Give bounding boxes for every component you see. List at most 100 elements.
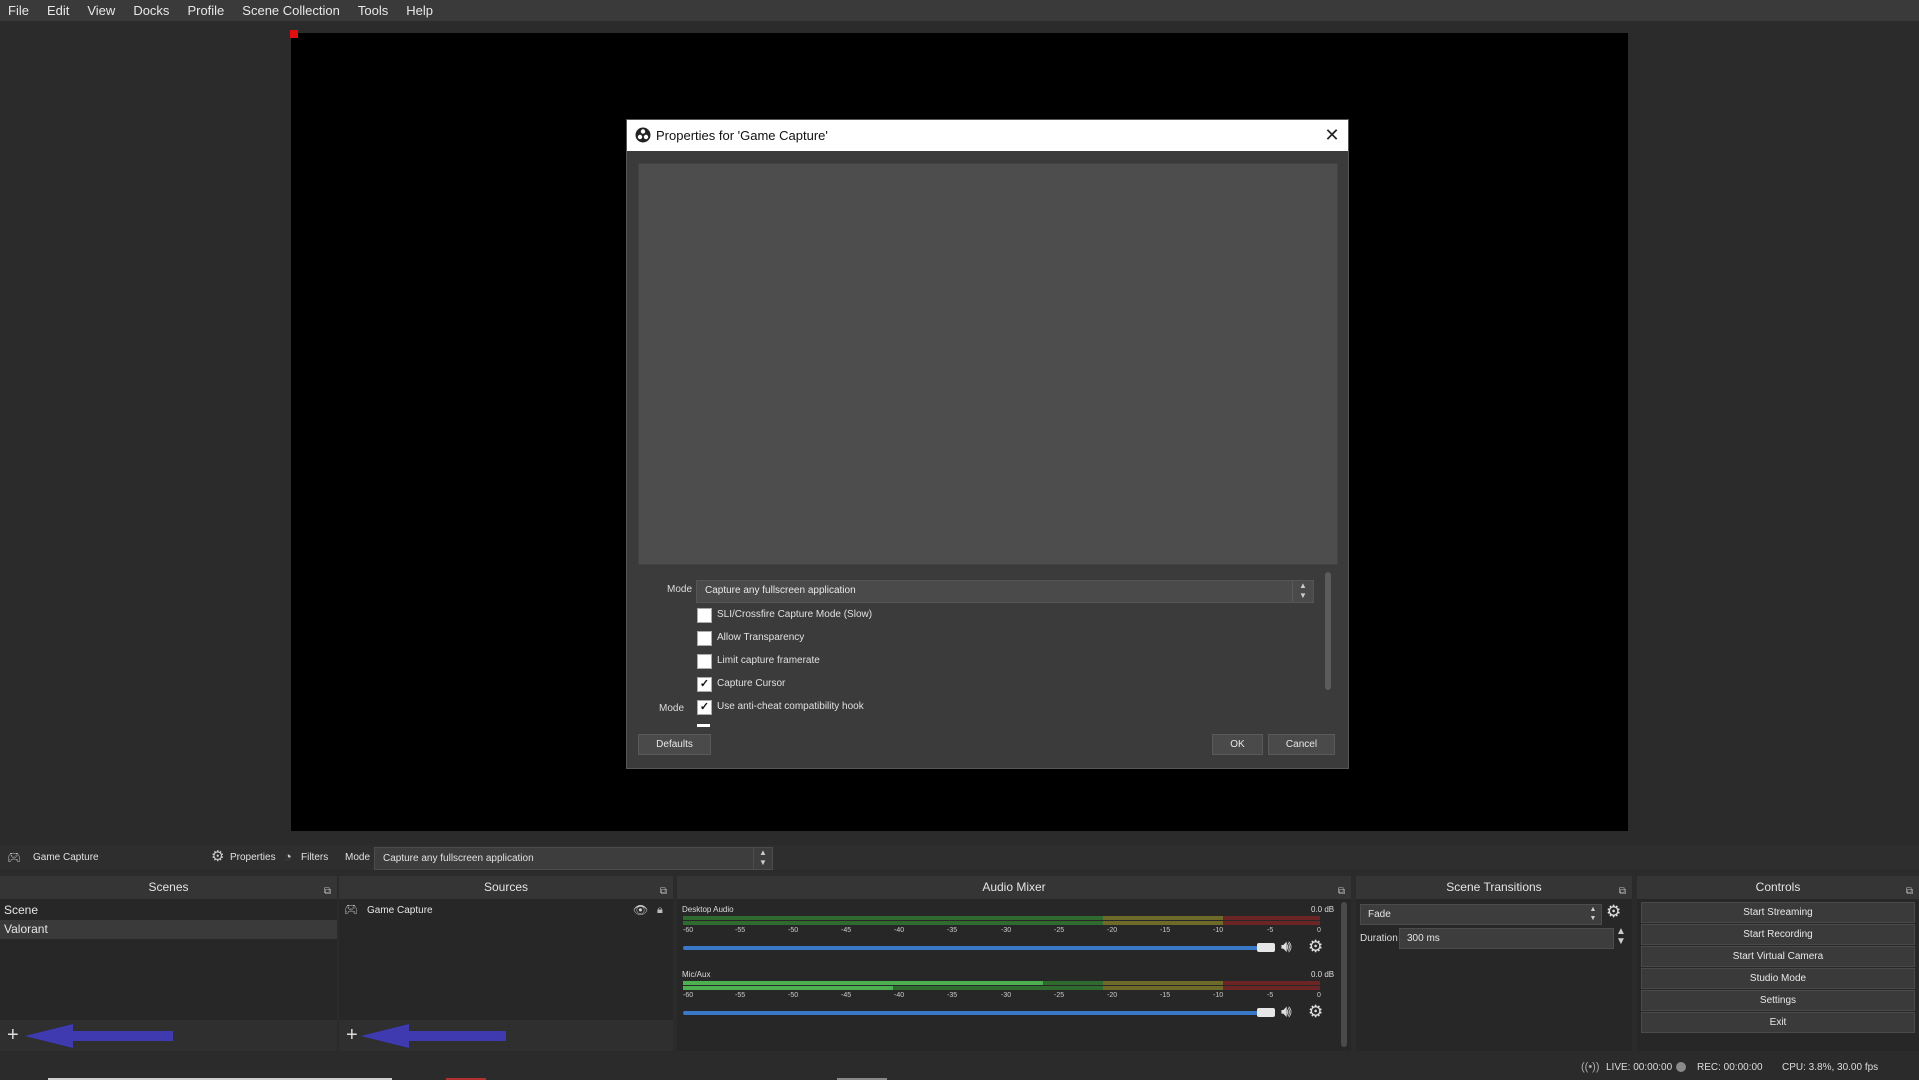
channel-name: Desktop Audio: [682, 905, 734, 914]
gear-icon[interactable]: ⚙: [1606, 902, 1621, 922]
cpu-status: CPU: 3.8%, 30.00 fps: [1782, 1062, 1879, 1073]
checkbox-anti-cheat-hook[interactable]: ✓: [697, 700, 712, 715]
arrow-annotation-icon: [361, 1024, 506, 1048]
start-recording-button[interactable]: Start Recording: [1641, 924, 1915, 945]
float-icon[interactable]: ⧉: [324, 880, 331, 903]
volume-slider[interactable]: [683, 1011, 1271, 1015]
tick-label: -40: [894, 927, 905, 934]
sources-toolbar: +: [339, 1020, 673, 1051]
dock-title: Sources: [483, 880, 529, 894]
lock-icon[interactable]: 🔒︎: [657, 901, 663, 920]
mode-label: Mode: [659, 703, 685, 714]
exit-button[interactable]: Exit: [1641, 1012, 1915, 1033]
tick-label: -55: [735, 927, 746, 934]
start-virtual-camera-button[interactable]: Start Virtual Camera: [1641, 946, 1915, 967]
gear-icon[interactable]: ⚙: [211, 849, 227, 865]
cancel-button[interactable]: Cancel: [1268, 734, 1335, 755]
eye-icon[interactable]: 👁︎: [633, 901, 648, 920]
ok-button[interactable]: OK: [1212, 734, 1263, 755]
source-item[interactable]: 🎮︎ Game Capture 👁︎ 🔒︎: [339, 901, 673, 920]
meter-yellow: [1103, 981, 1223, 985]
broadcast-icon: ((•)): [1581, 1061, 1600, 1073]
close-icon[interactable]: ✕: [1321, 124, 1343, 146]
dialog-titlebar: Properties for 'Game Capture' ✕: [627, 120, 1348, 151]
context-mode-value: Capture any fullscreen application: [383, 853, 534, 864]
properties-dialog: Properties for 'Game Capture' ✕ Mode Cap…: [626, 119, 1349, 769]
selection-handle[interactable]: [290, 30, 298, 38]
tick-label: -20: [1107, 992, 1118, 999]
menu-file[interactable]: File: [0, 0, 38, 21]
mode-dropdown[interactable]: Capture any fullscreen application ▲ ▼: [696, 580, 1314, 603]
sources-header: Sources ⧉: [339, 876, 673, 899]
mode-dropdown-value: Capture any fullscreen application: [705, 585, 856, 596]
checkbox-capture-cursor[interactable]: ✓: [697, 677, 712, 692]
properties-scrollbar[interactable]: [1325, 572, 1331, 690]
tick-label: -60: [683, 927, 694, 934]
source-context-bar: 🎮︎ Game Capture ⚙ Properties ◔ Filters M…: [0, 845, 1919, 870]
dock-title: Audio Mixer: [982, 880, 1046, 894]
context-source-name: Game Capture: [33, 852, 99, 863]
speaker-icon[interactable]: 🔊︎: [1281, 1002, 1292, 1022]
plus-icon[interactable]: +: [7, 1023, 19, 1047]
duration-input[interactable]: 300 ms: [1399, 928, 1614, 949]
transition-value: Fade: [1368, 909, 1391, 920]
plus-icon[interactable]: +: [346, 1023, 358, 1047]
meter-yellow: [1103, 916, 1223, 920]
float-icon[interactable]: ⧉: [1619, 880, 1626, 903]
arrow-annotation-icon: [25, 1024, 173, 1048]
tick-label: -25: [1054, 927, 1065, 934]
transition-dropdown[interactable]: Fade ▲ ▼: [1360, 904, 1602, 925]
spin-arrows-icon: ▲ ▼: [753, 848, 772, 869]
checkbox-allow-transparency[interactable]: [697, 631, 712, 646]
volume-slider-handle[interactable]: [1257, 1008, 1275, 1017]
checkbox-label: Limit capture framerate: [717, 655, 820, 666]
scene-item-selected[interactable]: Valorant: [0, 920, 337, 939]
settings-button[interactable]: Settings: [1641, 990, 1915, 1011]
spin-arrows-icon[interactable]: ▲ ▼: [1616, 927, 1626, 947]
speaker-icon[interactable]: 🔊︎: [1281, 937, 1292, 957]
menu-profile[interactable]: Profile: [178, 0, 233, 21]
context-mode-dropdown[interactable]: Capture any fullscreen application ▲ ▼: [374, 847, 773, 870]
float-icon[interactable]: ⧉: [1906, 880, 1913, 903]
checkbox-label: Use anti-cheat compatibility hook: [717, 701, 864, 712]
menu-help[interactable]: Help: [397, 0, 442, 21]
dock-title: Scene Transitions: [1446, 880, 1542, 894]
gear-icon[interactable]: ⚙: [1308, 1002, 1323, 1022]
properties-button[interactable]: Properties: [230, 852, 276, 863]
context-mode-label: Mode: [345, 852, 371, 863]
float-icon[interactable]: ⧉: [660, 880, 667, 903]
menu-tools[interactable]: Tools: [349, 0, 397, 21]
start-streaming-button[interactable]: Start Streaming: [1641, 902, 1915, 923]
meter-yellow: [1103, 986, 1223, 990]
checkbox-partial: [697, 724, 710, 727]
filter-icon[interactable]: ◔: [284, 849, 298, 865]
tick-label: -45: [841, 992, 852, 999]
gear-icon[interactable]: ⚙: [1308, 937, 1323, 957]
meter-red: [1223, 981, 1320, 985]
record-icon: [1676, 1062, 1686, 1072]
volume-slider[interactable]: [683, 946, 1271, 950]
menu-view[interactable]: View: [78, 0, 124, 21]
float-icon[interactable]: ⧉: [1338, 880, 1345, 903]
tick-label: -10: [1213, 992, 1224, 999]
check-icon: ✓: [699, 678, 710, 690]
menu-edit[interactable]: Edit: [38, 0, 78, 21]
mixer-scrollbar[interactable]: [1341, 902, 1347, 1047]
meter-red: [1223, 921, 1320, 925]
checkbox-label: Capture Cursor: [717, 678, 786, 689]
scene-item[interactable]: Scene: [0, 901, 337, 920]
defaults-button[interactable]: Defaults: [638, 734, 711, 755]
spin-arrows-icon: ▲ ▼: [1292, 581, 1313, 602]
checkbox-limit-framerate[interactable]: [697, 654, 712, 669]
filters-button[interactable]: Filters: [301, 852, 328, 863]
menu-scene-collection[interactable]: Scene Collection: [233, 0, 349, 21]
checkbox-sli-crossfire[interactable]: [697, 608, 712, 623]
menu-docks[interactable]: Docks: [124, 0, 178, 21]
dock-title: Scenes: [148, 880, 189, 894]
volume-slider-handle[interactable]: [1257, 943, 1275, 952]
controls-header: Controls ⧉: [1637, 876, 1919, 899]
meter-red: [1223, 916, 1320, 920]
tick-label: 0: [1317, 992, 1321, 999]
check-icon: ✓: [699, 701, 710, 713]
studio-mode-button[interactable]: Studio Mode: [1641, 968, 1915, 989]
